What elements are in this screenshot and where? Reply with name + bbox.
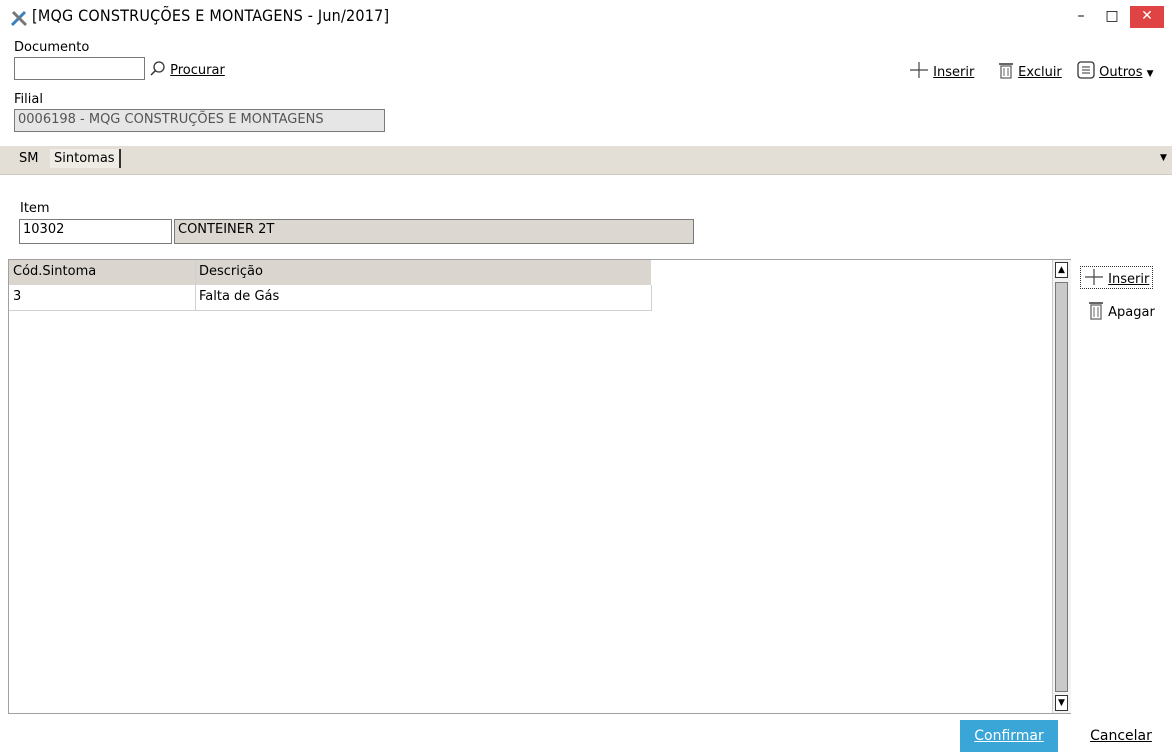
outros-button[interactable]: Outros ▼ bbox=[1077, 61, 1154, 80]
confirmar-button[interactable]: Confirmar bbox=[960, 720, 1058, 752]
grid-inserir-button[interactable]: Inserir bbox=[1080, 266, 1154, 289]
tab-sm[interactable]: SM bbox=[19, 151, 38, 166]
minimize-button[interactable]: – bbox=[1067, 6, 1095, 28]
grid-inserir-label: Inserir bbox=[1108, 272, 1150, 287]
filial-field: 0006198 - MQG CONSTRUÇÕES E MONTAGENS bbox=[14, 109, 385, 132]
cancelar-label: Cancelar bbox=[1090, 728, 1152, 744]
item-description-field: CONTEINER 2T bbox=[174, 219, 694, 244]
maximize-button[interactable]: □ bbox=[1098, 6, 1126, 28]
close-button[interactable]: ✕ bbox=[1130, 6, 1164, 28]
chevron-down-icon: ▼ bbox=[1146, 69, 1154, 79]
cell-cod-sintoma[interactable]: 3 bbox=[13, 289, 21, 304]
item-label: Item bbox=[20, 201, 50, 216]
confirmar-label: Confirmar bbox=[974, 728, 1044, 744]
tab-sintomas[interactable]: Sintomas bbox=[50, 149, 121, 168]
scroll-up-icon[interactable]: ▲ bbox=[1055, 262, 1068, 278]
excluir-button[interactable]: Excluir bbox=[998, 61, 1062, 80]
excluir-label: Excluir bbox=[1018, 65, 1062, 80]
grid-apagar-label: Apagar bbox=[1108, 305, 1155, 320]
filial-label: Filial bbox=[14, 92, 43, 107]
tab-menu-chevron-icon[interactable]: ▼ bbox=[1160, 153, 1167, 163]
inserir-button[interactable]: Inserir bbox=[909, 61, 974, 80]
cancelar-button[interactable]: Cancelar bbox=[1076, 720, 1166, 752]
trash-icon bbox=[999, 63, 1013, 79]
window-title: [MQG CONSTRUÇÕES E MONTAGENS - Jun/2017] bbox=[32, 6, 390, 25]
vertical-scrollbar[interactable]: ▲ ▼ bbox=[1052, 260, 1071, 713]
plus-icon bbox=[1085, 269, 1103, 285]
outros-label: Outros bbox=[1099, 65, 1143, 80]
grid-header: Cód.Sintoma Descrição bbox=[9, 260, 651, 285]
tab-strip: SM Sintomas ▼ bbox=[0, 146, 1172, 175]
table-row[interactable]: 3 Falta de Gás bbox=[9, 285, 652, 311]
plus-icon bbox=[910, 62, 928, 78]
cell-descricao[interactable]: Falta de Gás bbox=[199, 289, 279, 304]
documento-input[interactable] bbox=[14, 57, 145, 80]
sintomas-grid[interactable]: Cód.Sintoma Descrição 3 Falta de Gás ▲ ▼ bbox=[8, 259, 1071, 714]
column-divider bbox=[195, 260, 196, 310]
inserir-label: Inserir bbox=[933, 65, 975, 80]
column-header-cod-sintoma[interactable]: Cód.Sintoma bbox=[13, 264, 96, 279]
trash-icon bbox=[1089, 302, 1103, 320]
scroll-down-icon[interactable]: ▼ bbox=[1055, 695, 1068, 711]
list-icon bbox=[1077, 61, 1095, 79]
grid-apagar-button[interactable]: Apagar bbox=[1088, 300, 1155, 320]
procurar-link[interactable]: Procurar bbox=[150, 61, 225, 78]
search-icon bbox=[150, 61, 165, 76]
procurar-label: Procurar bbox=[170, 63, 225, 78]
item-code-input[interactable]: 10302 bbox=[19, 219, 172, 244]
column-header-descricao[interactable]: Descrição bbox=[199, 264, 263, 279]
scroll-thumb[interactable] bbox=[1055, 282, 1068, 692]
tools-icon bbox=[10, 10, 28, 27]
documento-label: Documento bbox=[14, 40, 90, 55]
